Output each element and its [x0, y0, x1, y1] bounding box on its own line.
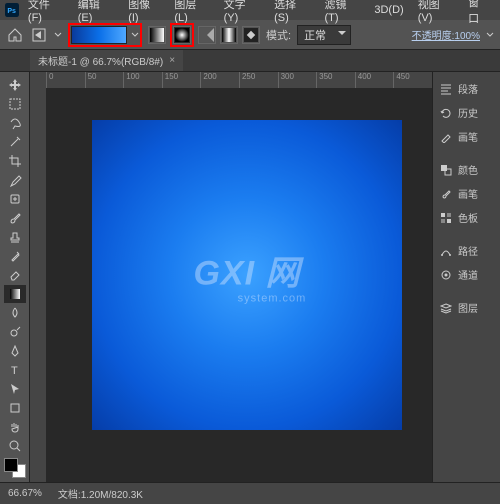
patch-tool[interactable]: [4, 190, 26, 208]
watermark-big: GXI 网: [188, 246, 307, 295]
panel-swatches[interactable]: 色板: [435, 207, 498, 228]
panel-history[interactable]: 历史: [435, 102, 498, 123]
hand-tool[interactable]: [4, 418, 26, 436]
menu-edit[interactable]: 编辑(E): [72, 0, 120, 24]
layers-icon: [439, 301, 453, 315]
swatches-icon: [439, 211, 453, 225]
gradient-diamond[interactable]: [242, 26, 260, 44]
gradient-radial[interactable]: [173, 26, 191, 44]
zoom-level[interactable]: 66.67%: [8, 488, 42, 499]
tool-preset-icon[interactable]: [30, 26, 48, 44]
gradient-tool[interactable]: [4, 285, 26, 303]
menu-image[interactable]: 图像(I): [122, 0, 166, 24]
svg-text:Ps: Ps: [7, 8, 16, 15]
highlight-gradient-radial: [170, 23, 194, 47]
gradient-reflected[interactable]: [220, 26, 238, 44]
document-tabs: 未标题-1 @ 66.7%(RGB/8#) ×: [0, 50, 500, 72]
paragraph-icon: [439, 82, 453, 96]
wand-tool[interactable]: [4, 133, 26, 151]
gradient-linear[interactable]: [148, 26, 166, 44]
watermark: GXI 网 system.com: [188, 246, 307, 305]
history-icon: [439, 106, 453, 120]
menu-view[interactable]: 视图(V): [412, 0, 460, 24]
toolbox: T: [0, 72, 30, 482]
panel-color[interactable]: 颜色: [435, 159, 498, 180]
opacity-label[interactable]: 不透明度:100%: [412, 27, 480, 42]
move-tool[interactable]: [4, 76, 26, 94]
highlight-gradient-picker: [68, 23, 142, 47]
chevron-down-icon[interactable]: [131, 31, 139, 39]
shape-tool[interactable]: [4, 399, 26, 417]
blur-tool[interactable]: [4, 304, 26, 322]
ruler-vertical: [30, 88, 46, 482]
menu-type[interactable]: 文字(Y): [218, 0, 266, 24]
status-bar: 66.67% 文档:1.20M/820.3K: [0, 482, 500, 504]
gradient-swatch[interactable]: [71, 26, 127, 44]
workspace: T 050100150200250300350400450 GXI 网 syst…: [0, 72, 500, 482]
ruler-corner: [30, 72, 46, 88]
dodge-tool[interactable]: [4, 323, 26, 341]
document-tab[interactable]: 未标题-1 @ 66.7%(RGB/8#) ×: [30, 50, 183, 71]
stamp-tool[interactable]: [4, 228, 26, 246]
color-icon: [439, 163, 453, 177]
panel-paths[interactable]: 路径: [435, 240, 498, 261]
menu-layer[interactable]: 图层(L): [168, 0, 215, 24]
menu-bar: Ps 文件(F) 编辑(E) 图像(I) 图层(L) 文字(Y) 选择(S) 滤…: [0, 0, 500, 20]
mode-label: 模式:: [266, 27, 291, 43]
menu-3d[interactable]: 3D(D): [368, 4, 409, 16]
tab-title: 未标题-1 @ 66.7%(RGB/8#): [38, 53, 163, 68]
panel-paragraph[interactable]: 段落: [435, 78, 498, 99]
paths-icon: [439, 244, 453, 258]
menu-file[interactable]: 文件(F): [22, 0, 70, 24]
eraser-tool[interactable]: [4, 266, 26, 284]
foreground-color[interactable]: [4, 458, 18, 472]
menu-window[interactable]: 窗口: [462, 0, 496, 26]
gradient-type-group: [148, 23, 260, 47]
mode-select[interactable]: 正常: [297, 25, 351, 45]
gradient-angle[interactable]: [198, 26, 216, 44]
app-logo-icon: Ps: [4, 2, 20, 18]
svg-text:T: T: [11, 365, 18, 377]
document-canvas[interactable]: GXI 网 system.com: [92, 120, 402, 430]
chevron-down-icon[interactable]: [54, 31, 62, 39]
ruler-horizontal: 050100150200250300350400450: [46, 72, 432, 88]
panel-brush[interactable]: 画笔: [435, 183, 498, 204]
crop-tool[interactable]: [4, 152, 26, 170]
panel-dock: 段落 历史 画笔 颜色 画笔 色板 路径 通道 图层: [432, 72, 500, 482]
panel-layers[interactable]: 图层: [435, 297, 498, 318]
lasso-tool[interactable]: [4, 114, 26, 132]
brush-tool[interactable]: [4, 209, 26, 227]
brush-icon: [439, 130, 453, 144]
chevron-down-icon[interactable]: [486, 31, 494, 39]
eyedropper-tool[interactable]: [4, 171, 26, 189]
home-icon[interactable]: [6, 26, 24, 44]
menu-filter[interactable]: 滤镜(T): [319, 0, 367, 24]
brush-icon: [439, 187, 453, 201]
canvas-area: 050100150200250300350400450 GXI 网 system…: [30, 72, 432, 482]
options-bar: 模式: 正常 不透明度:100%: [0, 20, 500, 50]
zoom-tool[interactable]: [4, 437, 26, 455]
channels-icon: [439, 268, 453, 282]
doc-size: 文档:1.20M/820.3K: [58, 486, 143, 501]
pen-tool[interactable]: [4, 342, 26, 360]
panel-channels[interactable]: 通道: [435, 264, 498, 285]
menu-select[interactable]: 选择(S): [268, 0, 316, 24]
close-icon[interactable]: ×: [169, 55, 175, 66]
type-tool[interactable]: T: [4, 361, 26, 379]
path-select-tool[interactable]: [4, 380, 26, 398]
marquee-tool[interactable]: [4, 95, 26, 113]
history-brush-tool[interactable]: [4, 247, 26, 265]
panel-brush-presets[interactable]: 画笔: [435, 126, 498, 147]
color-swatches[interactable]: [4, 458, 26, 478]
